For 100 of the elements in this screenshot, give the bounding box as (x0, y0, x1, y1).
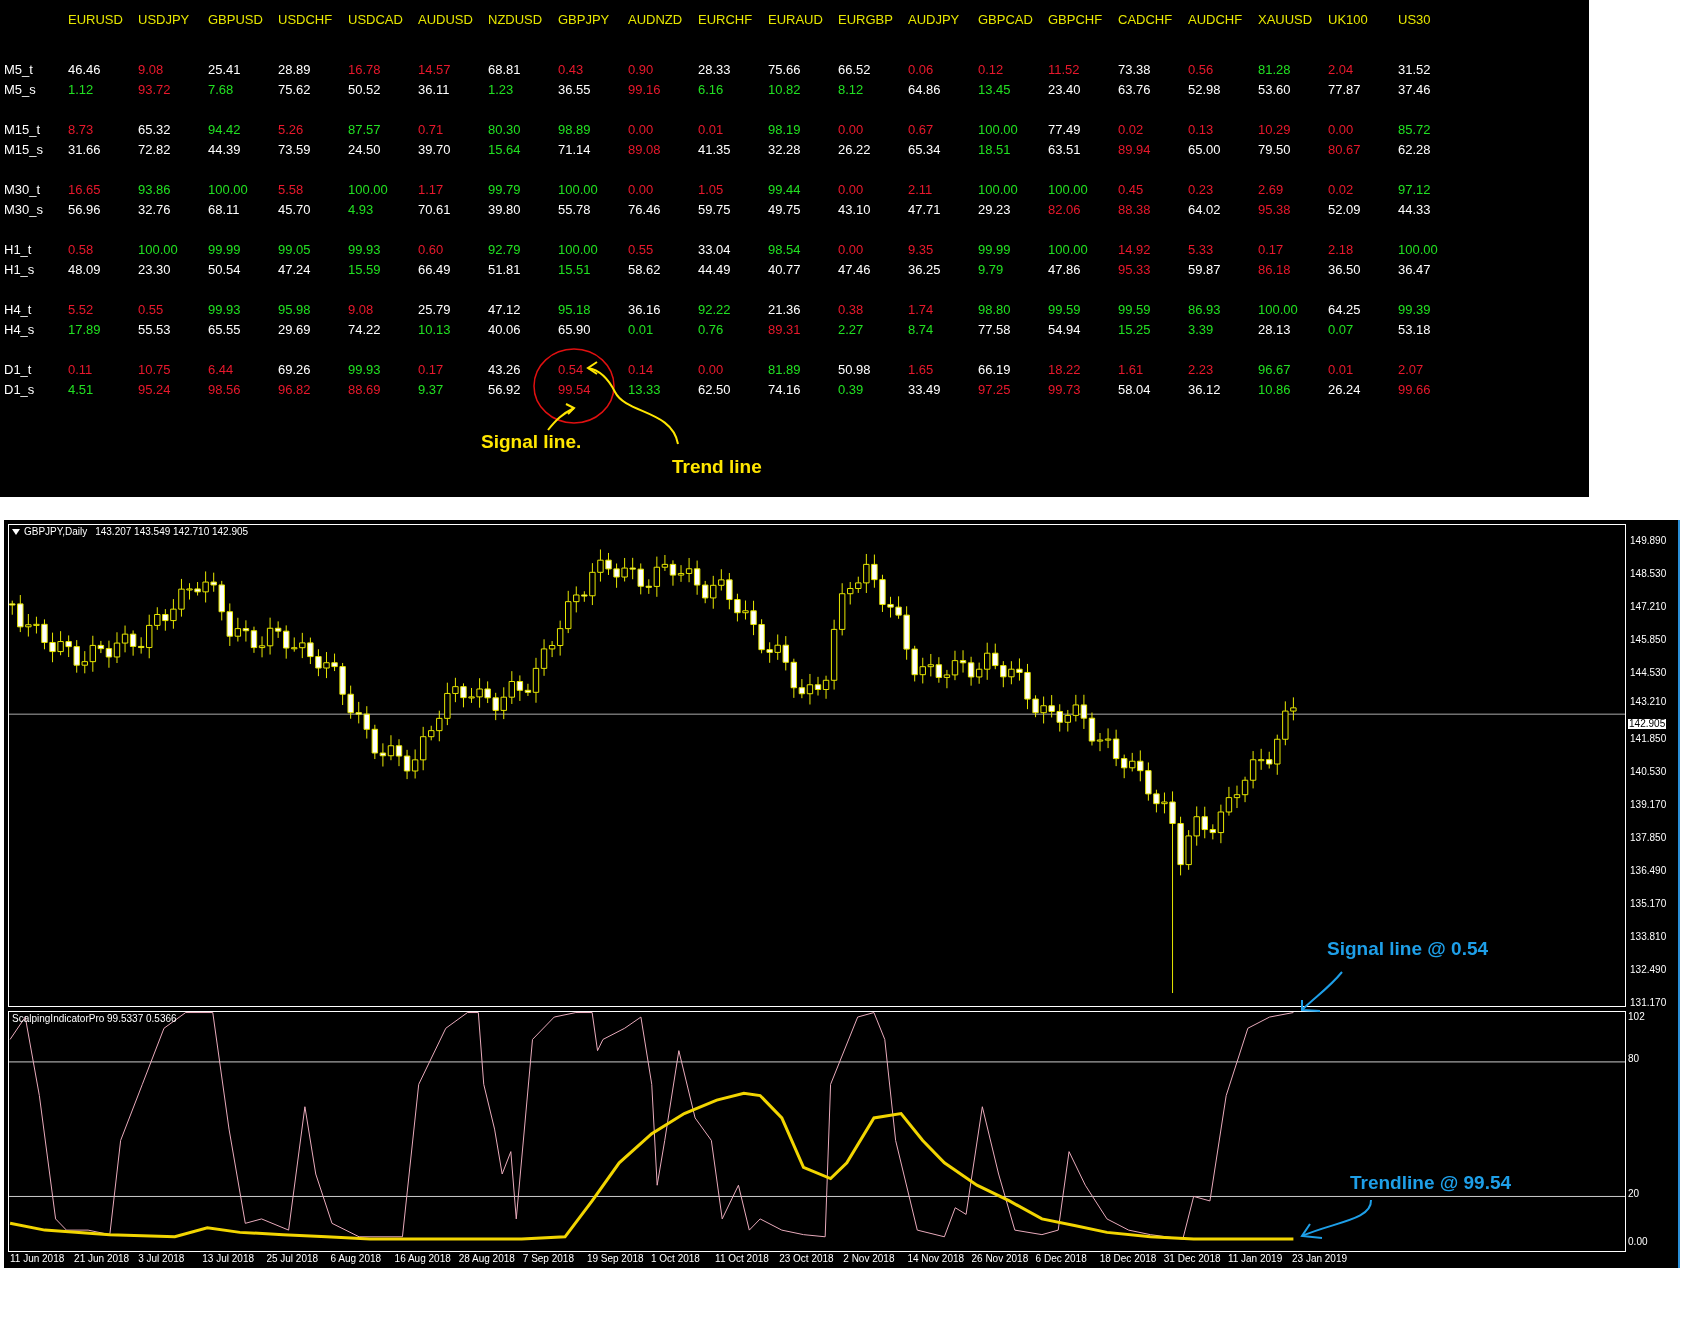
table-cell: 58.04 (1118, 382, 1151, 398)
axis-label: 133.810 (1630, 932, 1667, 942)
table-cell: 87.57 (348, 122, 381, 138)
table-cell: 79.50 (1258, 142, 1291, 158)
table-cell: 56.92 (488, 382, 521, 398)
table-cell: 15.64 (488, 142, 521, 158)
table-cell: 6.44 (208, 362, 234, 378)
table-cell: 73.59 (278, 142, 311, 158)
axis-label: 145.850 (1630, 635, 1667, 645)
axis-label: 6 Dec 2018 (1035, 1254, 1087, 1264)
current-price-label: 142.905 (1628, 719, 1667, 729)
table-cell: 58.62 (628, 262, 661, 278)
table-cell: 9.79 (978, 262, 1004, 278)
table-cell: 95.38 (1258, 202, 1291, 218)
table-cell: 0.14 (628, 362, 654, 378)
table-cell: 44.33 (1398, 202, 1431, 218)
table-cell: 23.40 (1048, 82, 1081, 98)
axis-label: 131.170 (1630, 998, 1667, 1008)
table-cell: 95.18 (558, 302, 591, 318)
table-cell: 66.49 (418, 262, 451, 278)
table-cell: 17.89 (68, 322, 101, 338)
table-cell: 25.79 (418, 302, 451, 318)
table-cell: 0.06 (908, 62, 934, 78)
table-cell: 2.69 (1258, 182, 1284, 198)
column-header: EURUSD (68, 11, 124, 30)
table-cell: 26.22 (838, 142, 871, 158)
table-cell: 80.30 (488, 122, 521, 138)
table-cell: 0.13 (1188, 122, 1214, 138)
table-cell: 54.94 (1048, 322, 1081, 338)
table-cell: 99.99 (208, 242, 241, 258)
table-cell: 65.34 (908, 142, 941, 158)
axis-label: 7 Sep 2018 (522, 1254, 574, 1264)
table-cell: 77.58 (978, 322, 1011, 338)
table-cell: 77.87 (1328, 82, 1361, 98)
table-cell: 18.51 (978, 142, 1011, 158)
table-cell: 59.75 (698, 202, 731, 218)
table-cell: 10.82 (768, 82, 801, 98)
table-cell: 5.26 (278, 122, 304, 138)
table-cell: 52.09 (1328, 202, 1361, 218)
column-header: EURAUD (768, 11, 824, 30)
table-cell: 40.06 (488, 322, 521, 338)
table-cell: 99.59 (1118, 302, 1151, 318)
column-header: AUDNZD (628, 11, 684, 30)
table-cell: 50.52 (348, 82, 381, 98)
table-cell: 100.00 (1048, 182, 1088, 198)
row-label: M5_t (4, 61, 34, 80)
table-cell: 4.51 (68, 382, 94, 398)
table-cell: 100.00 (558, 182, 598, 198)
table-cell: 0.02 (1328, 182, 1354, 198)
table-cell: 0.60 (418, 242, 444, 258)
column-header: NZDUSD (488, 11, 544, 30)
table-cell: 100.00 (1258, 302, 1298, 318)
axis-label: 13 Jul 2018 (202, 1254, 254, 1264)
table-cell: 97.25 (978, 382, 1011, 398)
table-cell: 41.35 (698, 142, 731, 158)
table-cell: 98.54 (768, 242, 801, 258)
table-cell: 100.00 (348, 182, 388, 198)
table-cell: 96.82 (278, 382, 311, 398)
table-cell: 1.17 (418, 182, 444, 198)
table-cell: 65.32 (138, 122, 171, 138)
table-cell: 25.41 (208, 62, 241, 78)
table-cell: 0.43 (558, 62, 584, 78)
table-cell: 99.66 (1398, 382, 1431, 398)
table-cell: 43.10 (838, 202, 871, 218)
row-label: M15_t (4, 121, 42, 140)
table-cell: 9.37 (418, 382, 444, 398)
column-header: EURGBP (838, 11, 894, 30)
table-cell: 0.55 (138, 302, 164, 318)
table-cell: 0.12 (978, 62, 1004, 78)
table-cell: 0.67 (908, 122, 934, 138)
table-cell: 0.00 (838, 182, 864, 198)
table-cell: 46.46 (68, 62, 101, 78)
column-header: EURCHF (698, 11, 754, 30)
axis-label: 19 Sep 2018 (586, 1254, 644, 1264)
table-cell: 65.90 (558, 322, 591, 338)
table-cell: 93.86 (138, 182, 171, 198)
table-cell: 16.65 (68, 182, 101, 198)
table-cell: 44.49 (698, 262, 731, 278)
axis-label: 136.490 (1630, 866, 1667, 876)
axis-label: 141.850 (1630, 734, 1667, 744)
table-cell: 98.89 (558, 122, 591, 138)
column-header: USDCAD (348, 11, 404, 30)
table-cell: 36.50 (1328, 262, 1361, 278)
table-cell: 99.39 (1398, 302, 1431, 318)
axis-label: 16 Aug 2018 (394, 1254, 451, 1264)
table-cell: 64.25 (1328, 302, 1361, 318)
table-cell: 99.59 (1048, 302, 1081, 318)
table-cell: 0.00 (838, 122, 864, 138)
column-header: XAUUSD (1258, 11, 1314, 30)
chart-title: GBPJPY,Daily (24, 527, 88, 537)
table-cell: 62.50 (698, 382, 731, 398)
table-cell: 89.08 (628, 142, 661, 158)
table-cell: 9.35 (908, 242, 934, 258)
axis-label: 144.530 (1630, 668, 1667, 678)
table-cell: 1.23 (488, 82, 514, 98)
table-cell: 0.55 (628, 242, 654, 258)
row-label: M30_s (4, 201, 45, 220)
table-cell: 7.68 (208, 82, 234, 98)
table-cell: 47.86 (1048, 262, 1081, 278)
table-cell: 1.65 (908, 362, 934, 378)
